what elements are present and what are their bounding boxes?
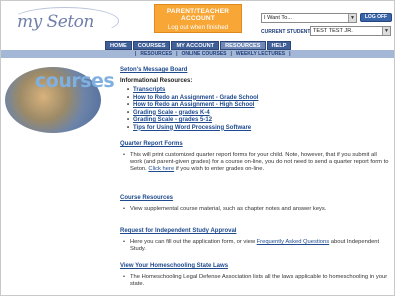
- my-seton-logo[interactable]: my Seton: [7, 6, 119, 36]
- current-student-value: TEST TEST JR.: [313, 28, 353, 34]
- i-want-to-value: I Want To...: [264, 15, 292, 21]
- sub-nav: | RESOURCES | ONLINE COURSES | WEEKLY LE…: [1, 50, 394, 58]
- account-box: PARENT/TEACHER ACCOUNT Log out when fini…: [154, 4, 242, 33]
- click-here-link[interactable]: Click here: [148, 166, 174, 172]
- state-laws-description: The Homeschooling Legal Defense Associat…: [123, 274, 390, 288]
- independent-study-description: Here you can fill out the application fo…: [123, 239, 390, 253]
- quarter-report-forms-link[interactable]: Quarter Report Forms: [120, 141, 390, 147]
- current-student-select[interactable]: TEST TEST JR. ▼: [310, 26, 391, 36]
- course-resources-description: View supplemental course material, such …: [123, 206, 390, 213]
- resource-link-word-processing-tips[interactable]: Tips for Using Word Processing Software: [133, 125, 390, 133]
- quarter-report-section: Quarter Report Forms This will print cus…: [120, 141, 390, 173]
- message-board-section: Seton's Message Board Informational Reso…: [120, 67, 390, 132]
- main-nav: HOME COURSES MY ACCOUNT RESOURCES HELP: [1, 41, 394, 50]
- resource-link-redo-high-school[interactable]: How to Redo an Assignment - High School: [133, 102, 390, 110]
- sub-nav-online-courses[interactable]: ONLINE COURSES: [180, 50, 229, 58]
- chevron-down-icon[interactable]: ▼: [348, 14, 356, 22]
- tab-help[interactable]: HELP: [266, 41, 292, 50]
- tab-resources[interactable]: RESOURCES: [220, 41, 266, 50]
- header: my Seton PARENT/TEACHER ACCOUNT Log out …: [1, 1, 394, 38]
- state-laws-section: View Your Homeschooling State Laws The H…: [120, 263, 390, 288]
- logo-text: my Seton: [17, 12, 94, 32]
- tab-my-account[interactable]: MY ACCOUNT: [171, 41, 220, 50]
- i-want-to-select[interactable]: I Want To... ▼: [261, 13, 357, 23]
- course-resources-link[interactable]: Course Resources: [120, 195, 390, 201]
- account-title: PARENT/TEACHER ACCOUNT: [166, 8, 230, 22]
- resource-link-transcripts[interactable]: Transcripts: [133, 87, 390, 95]
- resource-list: Transcripts How to Redo an Assignment - …: [133, 87, 390, 133]
- chevron-down-icon[interactable]: ▼: [382, 27, 390, 35]
- left-panel: courses: [5, 61, 115, 293]
- sub-nav-separator: |: [289, 51, 291, 57]
- current-student-label: CURRENT STUDENT:: [261, 29, 312, 35]
- tab-home[interactable]: HOME: [105, 41, 132, 50]
- account-logout-note: Log out when finished: [167, 24, 229, 31]
- sub-nav-resources[interactable]: RESOURCES: [138, 50, 174, 58]
- quarter-report-text-after: if you wish to enter grades on-line.: [175, 166, 265, 172]
- resource-link-grading-5-12[interactable]: Grading Scale - grades 5-12: [133, 117, 390, 125]
- quarter-report-description: This will print customized quarter repor…: [123, 152, 390, 173]
- sub-nav-weekly-lectures[interactable]: WEEKLY LECTURES: [234, 50, 287, 58]
- informational-resources-label: Informational Resources:: [120, 78, 193, 84]
- main-content: Seton's Message Board Informational Reso…: [120, 63, 390, 295]
- page-frame: my Seton PARENT/TEACHER ACCOUNT Log out …: [0, 0, 395, 296]
- courses-heading-graphic: courses: [35, 70, 115, 92]
- independent-study-link[interactable]: Request for Independent Study Approval: [120, 228, 390, 234]
- message-board-link[interactable]: Seton's Message Board: [120, 67, 390, 73]
- log-off-button[interactable]: LOG OFF: [360, 13, 392, 22]
- tab-courses[interactable]: COURSES: [132, 41, 171, 50]
- independent-study-section: Request for Independent Study Approval H…: [120, 228, 390, 253]
- independent-study-text: Here you can fill out the application fo…: [130, 239, 256, 245]
- faq-link[interactable]: Frequently Asked Questions: [257, 239, 330, 245]
- resource-link-redo-grade-school[interactable]: How to Redo an Assignment - Grade School: [133, 95, 390, 103]
- course-resources-section: Course Resources View supplemental cours…: [120, 195, 390, 213]
- state-laws-link[interactable]: View Your Homeschooling State Laws: [120, 263, 390, 269]
- resource-link-grading-k4[interactable]: Grading Scale - grades K-4: [133, 110, 390, 118]
